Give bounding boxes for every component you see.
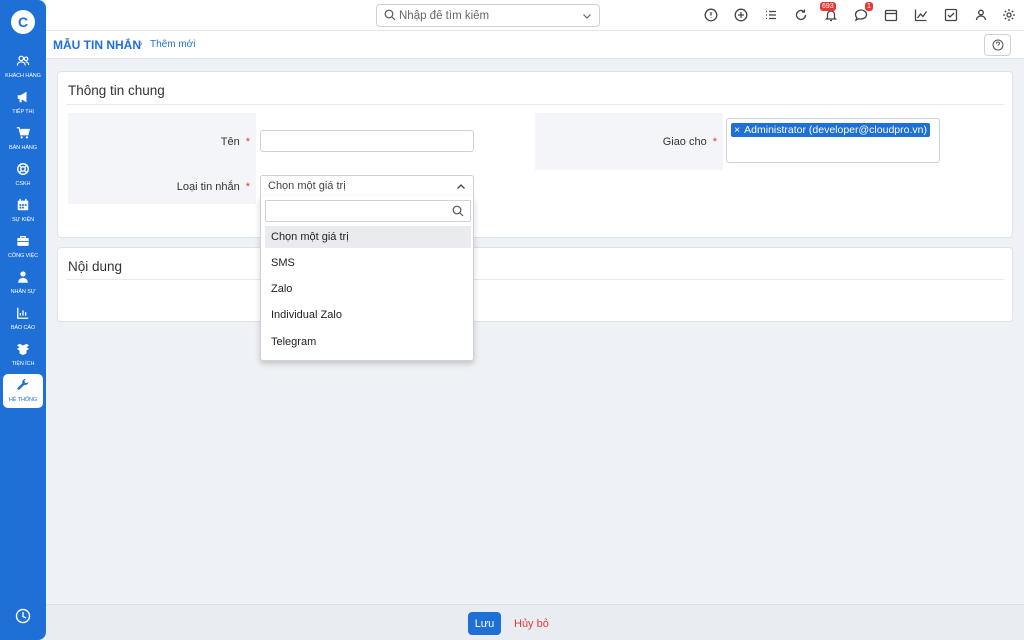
sidebar-item-system[interactable]: HỆ THỐNG bbox=[3, 374, 43, 408]
content-card: Nội dung bbox=[57, 247, 1013, 322]
sidebar-item-tasks[interactable]: CÔNG VIỆC bbox=[3, 230, 43, 264]
alert-icon[interactable] bbox=[704, 8, 718, 22]
person-icon bbox=[3, 270, 43, 288]
help-icon bbox=[992, 39, 1004, 51]
assignee-tag: × Administrator (developer@cloudpro.vn) bbox=[731, 123, 930, 137]
dropdown-search-input[interactable] bbox=[270, 203, 450, 219]
sidebar-item-label: NHÂN SỰ bbox=[10, 289, 36, 295]
breadcrumb-separator: › bbox=[139, 38, 143, 50]
bell-icon[interactable]: 693 bbox=[820, 2, 838, 22]
section-divider bbox=[66, 104, 1004, 105]
message-type-dropdown: Chọn một giá trị SMS Zalo Individual Zal… bbox=[260, 196, 474, 361]
list-icon[interactable] bbox=[764, 8, 778, 22]
help-button[interactable] bbox=[984, 34, 1011, 56]
notification-badge: 693 bbox=[820, 2, 836, 11]
sidebar-item-label: CÔNG VIỆC bbox=[8, 253, 38, 259]
assign-to-label: Giao cho * bbox=[662, 136, 717, 148]
dropdown-option[interactable]: Telegram bbox=[265, 331, 471, 353]
calendar-icon[interactable] bbox=[884, 8, 898, 22]
add-icon[interactable] bbox=[734, 8, 748, 22]
remove-tag-button[interactable]: × bbox=[734, 123, 740, 137]
sidebar-item-sales[interactable]: BÁN HÀNG bbox=[3, 122, 43, 156]
action-footer: Lưu Hủy bỏ bbox=[46, 604, 1024, 640]
module-title[interactable]: MẪU TIN NHẮN bbox=[53, 38, 141, 52]
breadcrumb-current: Thêm mới bbox=[150, 39, 196, 50]
sidebar-item-label: SỰ KIỆN bbox=[11, 217, 35, 223]
sidebar-item-label: BÁO CÁO bbox=[10, 325, 36, 331]
sidebar-item-reports[interactable]: BÁO CÁO bbox=[3, 302, 43, 336]
briefcase-icon bbox=[3, 234, 43, 252]
lifebuoy-icon bbox=[3, 162, 43, 180]
breadcrumb: MẪU TIN NHẮN › Thêm mới bbox=[46, 31, 1024, 59]
search-icon bbox=[452, 205, 464, 217]
section-title-content: Nội dung bbox=[68, 259, 123, 274]
assign-to-field[interactable]: × Administrator (developer@cloudpro.vn) bbox=[726, 118, 940, 163]
sidebar-item-label: TIẾP THỊ bbox=[12, 109, 34, 115]
sidebar-item-label: BÁN HÀNG bbox=[9, 145, 37, 151]
save-button[interactable]: Lưu bbox=[468, 612, 501, 635]
section-divider bbox=[66, 279, 1004, 280]
dropdown-option[interactable]: Chọn một giá trị bbox=[265, 226, 471, 248]
sidebar-item-label: HỆ THỐNG bbox=[8, 397, 38, 403]
top-bar: 693 1 bbox=[46, 0, 1024, 31]
name-label: Tên * bbox=[220, 136, 250, 148]
sidebar-item-label: KHÁCH HÀNG bbox=[5, 73, 41, 79]
sidebar-item-customer-care[interactable]: CSKH bbox=[3, 158, 43, 192]
calendar-icon bbox=[3, 198, 43, 216]
chat-icon[interactable]: 1 bbox=[854, 2, 873, 22]
section-title-general: Thông tin chung bbox=[68, 83, 165, 98]
sidebar-item-marketing[interactable]: TIẾP THỊ bbox=[3, 86, 43, 120]
dropdown-search[interactable] bbox=[265, 200, 471, 222]
dropdown-option[interactable]: Zalo bbox=[265, 278, 471, 300]
app-logo[interactable]: C bbox=[11, 10, 35, 34]
chart-icon[interactable] bbox=[914, 8, 928, 22]
sidebar-item-hr[interactable]: NHÂN SỰ bbox=[3, 266, 43, 300]
sidebar: C KHÁCH HÀNG TIẾP THỊ BÁN HÀNG CSKH SỰ K… bbox=[0, 0, 46, 640]
dropdown-option[interactable]: SMS bbox=[265, 252, 471, 274]
wrench-icon bbox=[3, 378, 43, 396]
chevron-down-icon[interactable] bbox=[582, 10, 592, 20]
user-icon[interactable] bbox=[974, 8, 988, 22]
sidebar-item-customers[interactable]: KHÁCH HÀNG bbox=[3, 50, 43, 84]
sidebar-item-label: CSKH bbox=[15, 181, 31, 187]
message-badge: 1 bbox=[865, 2, 873, 11]
sidebar-item-events[interactable]: SỰ KIỆN bbox=[3, 194, 43, 228]
cancel-button[interactable]: Hủy bỏ bbox=[510, 612, 553, 635]
dropdown-option[interactable]: Individual Zalo bbox=[265, 304, 471, 326]
settings-icon[interactable] bbox=[1002, 8, 1016, 22]
sidebar-item-utilities[interactable]: TIỆN ÍCH bbox=[3, 338, 43, 372]
search-input[interactable] bbox=[399, 7, 579, 24]
clock-icon[interactable] bbox=[15, 608, 31, 624]
global-search[interactable] bbox=[376, 4, 600, 27]
megaphone-icon bbox=[3, 90, 43, 108]
assignee-name: Administrator (developer@cloudpro.vn) bbox=[744, 124, 927, 136]
message-type-label: Loại tin nhắn * bbox=[176, 181, 250, 193]
box-icon bbox=[3, 342, 43, 360]
sidebar-item-label: TIỆN ÍCH bbox=[11, 361, 35, 367]
chevron-up-icon bbox=[456, 181, 466, 191]
name-field[interactable] bbox=[260, 130, 474, 152]
cart-icon bbox=[3, 126, 43, 144]
report-icon bbox=[3, 306, 43, 324]
refresh-icon[interactable] bbox=[794, 8, 808, 22]
search-icon bbox=[384, 9, 396, 21]
users-icon bbox=[3, 54, 43, 72]
message-type-select[interactable]: Chọn một giá trị bbox=[260, 175, 474, 196]
select-value: Chọn một giá trị bbox=[268, 180, 346, 192]
checkbox-icon[interactable] bbox=[944, 8, 958, 22]
